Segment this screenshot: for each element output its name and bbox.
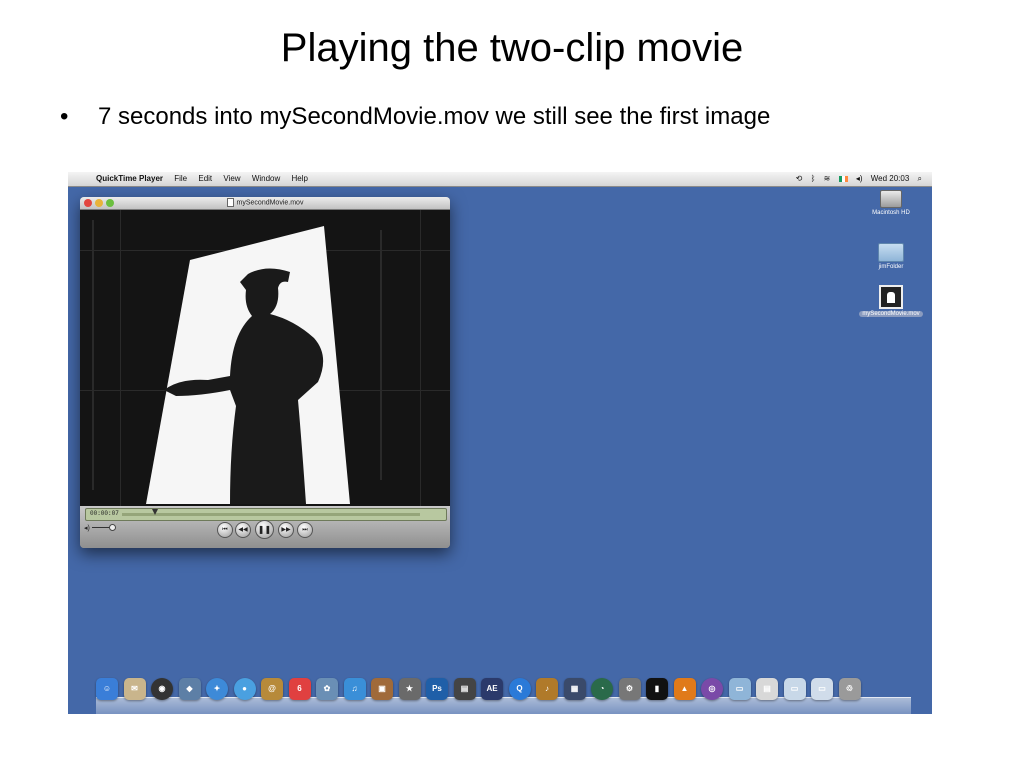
- garageband-icon[interactable]: ♪: [536, 678, 558, 700]
- go-to-start-button[interactable]: ⏮: [217, 522, 233, 538]
- spaces-icon[interactable]: ▦: [563, 678, 586, 700]
- mail-stack-icon[interactable]: ▭: [811, 678, 833, 700]
- timecode: 00:00:07: [90, 510, 119, 517]
- menu-edit[interactable]: Edit: [198, 174, 212, 183]
- bullet-text: 7 seconds into mySecondMovie.mov we stil…: [98, 103, 771, 130]
- system-preferences-icon[interactable]: ⚙: [618, 678, 641, 700]
- dashboard-icon[interactable]: ◉: [151, 678, 173, 700]
- desktop-icon-label: Macintosh HD: [872, 210, 910, 216]
- volume-icon[interactable]: ◂): [856, 174, 863, 183]
- itunes-icon[interactable]: ♫: [343, 678, 366, 700]
- after-effects-icon[interactable]: AE: [481, 678, 503, 700]
- desktop-icon-label: jimFolder: [878, 264, 904, 270]
- folder-icon: [878, 243, 904, 262]
- applications-folder-icon[interactable]: ▭: [728, 678, 751, 700]
- quicktime-window: mySecondMovie.mov 00:00:07 ◂) ⏮ ◀◀ ❚❚ ▶▶…: [80, 197, 450, 548]
- ichat-icon[interactable]: ●: [233, 678, 256, 700]
- slide-title: Playing the two-clip movie: [280, 26, 744, 70]
- mail-stamp-icon[interactable]: ✉: [123, 678, 146, 700]
- trash-icon[interactable]: ♲: [838, 678, 861, 700]
- rewind-button[interactable]: ◀◀: [235, 522, 251, 538]
- documents-stack-icon[interactable]: ▤: [756, 678, 778, 700]
- dvd-player-icon[interactable]: ◎: [701, 678, 723, 700]
- movie-file-icon: [879, 285, 903, 309]
- time-machine-icon[interactable]: ◔: [591, 678, 613, 700]
- wifi-icon[interactable]: ≋: [824, 174, 831, 183]
- desktop-icon-mysecondmovie[interactable]: mySecondMovie.mov: [851, 285, 931, 317]
- scrubber-track[interactable]: [122, 513, 420, 516]
- desktop-icon-jimfolder[interactable]: jimFolder: [851, 243, 931, 270]
- volume-slider-track[interactable]: [92, 527, 110, 528]
- window-title-text: mySecondMovie.mov: [236, 199, 304, 207]
- slide-bullet: • 7 seconds into mySecondMovie.mov we sti…: [60, 103, 770, 131]
- menu-file[interactable]: File: [174, 174, 187, 183]
- hard-drive-icon: [880, 190, 902, 208]
- spotlight-icon[interactable]: ⌕: [918, 174, 922, 183]
- iphoto-camera-icon[interactable]: ▣: [371, 678, 393, 700]
- time-display: 00:00:07: [85, 508, 447, 521]
- volume-slider-knob[interactable]: [109, 524, 116, 531]
- status-area: ⟲ ᛒ ≋ ◂) Wed 20:03 ⌕: [790, 174, 922, 184]
- dock: ☺ ✉ ◉ ◆ ✦ ● @6 ✿ ♫ ▣ ★ Ps ▤ AE Q ♪ ▦ ◔ ⚙ ▮ ▲ ◎ ▭ ▤ ▭ ▭ ♲: [96, 675, 911, 714]
- video-frame[interactable]: [80, 210, 450, 506]
- safari-icon[interactable]: ✦: [206, 678, 228, 700]
- go-to-end-button[interactable]: ⏭: [297, 522, 313, 538]
- menu-view[interactable]: View: [223, 174, 240, 183]
- window-titlebar[interactable]: mySecondMovie.mov: [80, 197, 450, 210]
- menu-clock[interactable]: Wed 20:03: [871, 174, 910, 183]
- menu-help[interactable]: Help: [292, 174, 308, 183]
- menu-app-name[interactable]: QuickTime Player: [96, 174, 163, 183]
- downloads-stack-icon[interactable]: ▭: [783, 678, 806, 700]
- window-title: mySecondMovie.mov: [80, 198, 450, 207]
- pause-button[interactable]: ❚❚: [255, 520, 274, 539]
- time-machine-status-icon[interactable]: ⟲: [796, 174, 803, 183]
- bluetooth-icon[interactable]: ᛒ: [811, 174, 816, 183]
- playhead-marker[interactable]: [152, 509, 158, 515]
- player-controls: 00:00:07 ◂) ⏮ ◀◀ ❚❚ ▶▶ ⏭: [80, 506, 450, 548]
- bullet-marker: •: [60, 103, 69, 130]
- finder-icon[interactable]: ☺: [96, 678, 118, 700]
- menu-list: QuickTime Player File Edit View Window H…: [96, 174, 317, 183]
- volume-speaker-icon: ◂): [84, 525, 90, 532]
- document-icon: [226, 198, 234, 207]
- photoshop-icon[interactable]: Ps: [426, 678, 448, 700]
- menu-bar: QuickTime Player File Edit View Window H…: [68, 172, 932, 187]
- preview-icon[interactable]: ◆: [178, 678, 201, 700]
- terminal-icon[interactable]: ▮: [646, 678, 668, 700]
- desktop-icon-label: mySecondMovie.mov: [859, 311, 923, 317]
- menu-window[interactable]: Window: [252, 174, 280, 183]
- imovie-icon[interactable]: ★: [398, 678, 421, 700]
- mac-screenshot: QuickTime Player File Edit View Window H…: [68, 172, 932, 714]
- fast-forward-button[interactable]: ▶▶: [278, 522, 294, 538]
- iphoto-icon[interactable]: ✿: [316, 678, 338, 700]
- ical-icon[interactable]: 6: [288, 678, 311, 700]
- desktop-icon-macintosh-hd[interactable]: Macintosh HD: [851, 190, 931, 216]
- quicktime-icon[interactable]: Q: [508, 678, 531, 700]
- address-book-icon[interactable]: @: [261, 678, 283, 700]
- input-language-flag-icon[interactable]: [838, 175, 848, 182]
- movie-frame-image: [80, 210, 450, 506]
- final-cut-icon[interactable]: ▤: [453, 678, 476, 700]
- vlc-icon[interactable]: ▲: [673, 678, 696, 700]
